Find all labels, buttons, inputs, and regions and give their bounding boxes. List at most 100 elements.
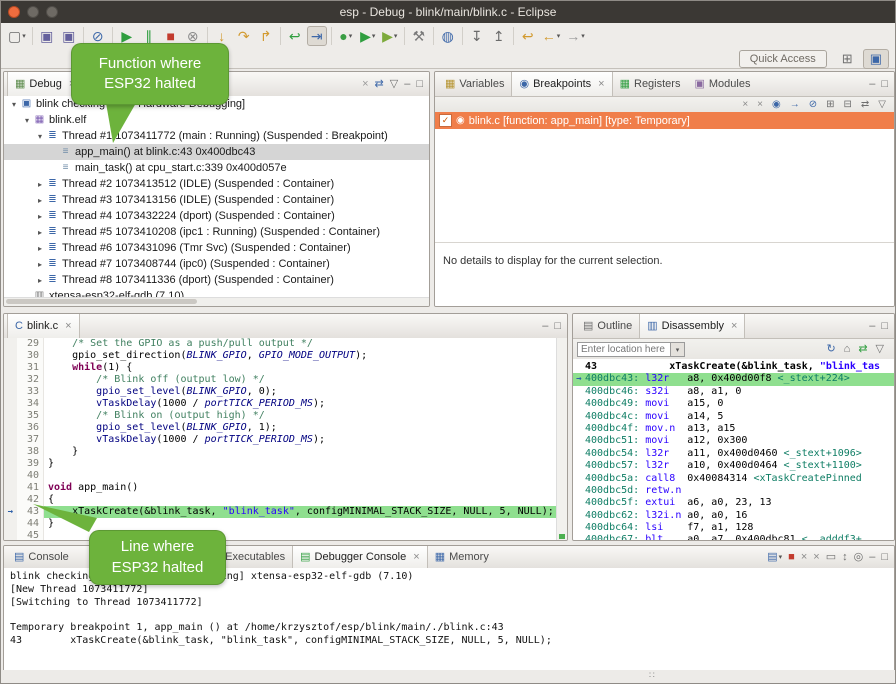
expander-closed-icon[interactable]: ▸ bbox=[34, 212, 46, 221]
right-view-tab-variables[interactable]: ▦Variables bbox=[438, 72, 511, 96]
breakpoint-row[interactable]: ✓◉blink.c [function: app_main] [type: Te… bbox=[435, 112, 894, 129]
run-button[interactable]: ▶▾ bbox=[358, 26, 378, 46]
previous-annotation-button[interactable]: ↥ bbox=[489, 26, 509, 46]
disassembly-row[interactable]: 400dbc4c: movia14, 5 bbox=[573, 411, 894, 423]
step-return-button[interactable]: ↱ bbox=[256, 26, 276, 46]
minimize-button[interactable]: – bbox=[867, 78, 877, 91]
expander-closed-icon[interactable]: ▸ bbox=[34, 244, 46, 253]
sash-handle-icon[interactable]: ∷ bbox=[649, 670, 655, 681]
disassembly-row[interactable]: 400dbc5a: call80x40084314 <xTaskCreatePi… bbox=[573, 473, 894, 485]
remove-all-launches-button[interactable]: × bbox=[811, 551, 821, 564]
disassembly-row[interactable]: 400dbc67: blta0, a7, 0x400dbc81 <__adddf… bbox=[573, 534, 894, 540]
minimize-button[interactable]: – bbox=[540, 320, 550, 333]
new-wizard-button[interactable]: ▢▾ bbox=[6, 26, 28, 46]
drop-to-frame-button[interactable]: ↩ bbox=[285, 26, 305, 46]
disassembly-view-tab-outline[interactable]: ▤Outline bbox=[576, 314, 639, 338]
remove-launch-button[interactable]: × bbox=[799, 551, 809, 564]
code-line[interactable]: 40 bbox=[4, 470, 557, 482]
minimize-button[interactable]: – bbox=[867, 551, 877, 564]
disassembly-row[interactable]: 400dbc54: l32ra11, 0x400d0460 <_stext+10… bbox=[573, 448, 894, 460]
terminate-button[interactable]: ■ bbox=[786, 551, 797, 564]
forward-button[interactable]: →▾ bbox=[564, 26, 587, 46]
connect-process-button[interactable]: ⇄ bbox=[373, 78, 386, 91]
expander-closed-icon[interactable]: ▸ bbox=[34, 260, 46, 269]
remove-all-terminated-button[interactable]: × bbox=[360, 78, 370, 91]
code-line[interactable]: 33 gpio_set_level(BLINK_GPIO, 0); bbox=[4, 386, 557, 398]
breakpoint-checkbox[interactable]: ✓ bbox=[439, 114, 452, 127]
expander-closed-icon[interactable]: ▸ bbox=[34, 180, 46, 189]
code-line[interactable]: 37 vTaskDelay(1000 / portTICK_PERIOD_MS)… bbox=[4, 434, 557, 446]
remove-breakpoint-button[interactable]: × bbox=[740, 99, 750, 111]
external-tools-button[interactable]: ▶▾ bbox=[380, 26, 400, 46]
scrollbar-thumb[interactable] bbox=[6, 299, 197, 304]
disassembly-row[interactable]: 400dbc5f: extuia6, a0, 23, 13 bbox=[573, 497, 894, 509]
tree-item[interactable]: ▸≣Thread #3 1073413156 (IDLE) (Suspended… bbox=[4, 192, 429, 208]
right-view-tab-registers[interactable]: ▦Registers bbox=[613, 72, 688, 96]
debug-button[interactable]: ●▾ bbox=[336, 26, 356, 46]
tree-item[interactable]: ▸≣Thread #4 1073432224 (dport) (Suspende… bbox=[4, 208, 429, 224]
quick-access-button[interactable]: Quick Access bbox=[739, 50, 827, 68]
close-icon[interactable]: × bbox=[65, 320, 71, 332]
code-line[interactable]: 38 } bbox=[4, 446, 557, 458]
back-button[interactable]: ←▾ bbox=[540, 26, 563, 46]
overview-ruler[interactable] bbox=[556, 338, 567, 540]
pin-console-button[interactable]: ◎ bbox=[852, 551, 866, 564]
clear-console-button[interactable]: ▭ bbox=[824, 551, 838, 564]
disassembly-row[interactable]: 400dbc5d: retw.n bbox=[573, 485, 894, 497]
console-view-tab-console[interactable]: ▤Console bbox=[7, 546, 76, 568]
horizontal-scrollbar[interactable] bbox=[4, 297, 429, 306]
close-icon[interactable]: × bbox=[598, 78, 604, 90]
show-breakpoints-supported-button[interactable]: ◉ bbox=[770, 99, 783, 111]
code-line[interactable]: 41void app_main() bbox=[4, 482, 557, 494]
instruction-stepping-button[interactable]: ⇥ bbox=[307, 26, 327, 46]
location-dropdown-button[interactable]: ▾ bbox=[671, 342, 685, 357]
expander-open-icon[interactable]: ▾ bbox=[34, 132, 46, 141]
skip-all-breakpoints-button[interactable]: ⊘ bbox=[807, 99, 819, 111]
minimize-window-button[interactable] bbox=[27, 6, 39, 18]
tree-item[interactable]: ▾≣Thread #1 1073411772 (main : Running) … bbox=[4, 128, 429, 144]
minimize-button[interactable]: – bbox=[867, 320, 877, 333]
disassembly-row[interactable]: 400dbc51: movia12, 0x300 bbox=[573, 435, 894, 447]
disassembly-row[interactable]: 400dbc4f: mov.na13, a15 bbox=[573, 423, 894, 435]
editor-tab-blink-c[interactable]: Cblink.c× bbox=[7, 314, 80, 338]
code-line[interactable]: 30 gpio_set_direction(BLINK_GPIO, GPIO_M… bbox=[4, 350, 557, 362]
code-line[interactable]: 35 /* Blink on (output high) */ bbox=[4, 410, 557, 422]
view-menu-button[interactable]: ▽ bbox=[388, 78, 400, 91]
link-with-editor-button[interactable]: ⇄ bbox=[856, 343, 869, 356]
next-annotation-button[interactable]: ↧ bbox=[467, 26, 487, 46]
tree-item[interactable]: ▾▦blink.elf bbox=[4, 112, 429, 128]
minimize-button[interactable]: – bbox=[402, 78, 412, 91]
link-with-debug-button[interactable]: ⇄ bbox=[859, 99, 871, 111]
tree-item[interactable]: ≡main_task() at cpu_start.c:339 0x400d05… bbox=[4, 160, 429, 176]
step-over-button[interactable]: ↷ bbox=[234, 26, 254, 46]
expander-open-icon[interactable]: ▾ bbox=[8, 100, 20, 109]
code-line[interactable]: 36 gpio_set_level(BLINK_GPIO, 1); bbox=[4, 422, 557, 434]
collapse-all-button[interactable]: ⊟ bbox=[842, 99, 854, 111]
tree-item[interactable]: ▸≣Thread #5 1073410208 (ipc1 : Running) … bbox=[4, 224, 429, 240]
expand-all-button[interactable]: ⊞ bbox=[824, 99, 836, 111]
maximize-button[interactable]: □ bbox=[552, 320, 563, 333]
expander-closed-icon[interactable]: ▸ bbox=[34, 196, 46, 205]
code-line[interactable]: 39} bbox=[4, 458, 557, 470]
last-edit-location-button[interactable]: ↩ bbox=[518, 26, 538, 46]
disassembly-row[interactable]: 400dbc46: s32ia8, a1, 0 bbox=[573, 386, 894, 398]
search-button[interactable]: ◍ bbox=[438, 26, 458, 46]
expander-open-icon[interactable]: ▾ bbox=[21, 116, 33, 125]
debug-perspective-button[interactable]: ▣ bbox=[863, 49, 889, 69]
build-button[interactable]: ⚒ bbox=[409, 26, 429, 46]
maximize-button[interactable]: □ bbox=[414, 78, 425, 91]
scroll-lock-button[interactable]: ↕ bbox=[840, 551, 850, 564]
tree-item[interactable]: ▸≣Thread #8 1073411336 (dport) (Suspende… bbox=[4, 272, 429, 288]
disassembly-view-tab-disassembly[interactable]: ▥Disassembly× bbox=[639, 314, 745, 338]
console-view-tab-debugger-console[interactable]: ▤Debugger Console× bbox=[292, 546, 428, 568]
tree-item[interactable]: ▸≣Thread #6 1073431096 (Tmr Svc) (Suspen… bbox=[4, 240, 429, 256]
maximize-button[interactable]: □ bbox=[879, 78, 890, 91]
tree-item[interactable]: ≡app_main() at blink.c:43 0x400dbc43 bbox=[4, 144, 429, 160]
maximize-button[interactable]: □ bbox=[879, 320, 890, 333]
go-to-file-button[interactable]: → bbox=[788, 99, 802, 111]
remove-all-breakpoints-button[interactable]: × bbox=[755, 99, 765, 111]
location-input[interactable] bbox=[577, 342, 671, 357]
close-icon[interactable]: × bbox=[413, 551, 419, 563]
disassembly-row[interactable]: 400dbc57: l32ra10, 0x400d0464 <_stext+11… bbox=[573, 460, 894, 472]
maximize-button[interactable]: □ bbox=[879, 551, 890, 564]
